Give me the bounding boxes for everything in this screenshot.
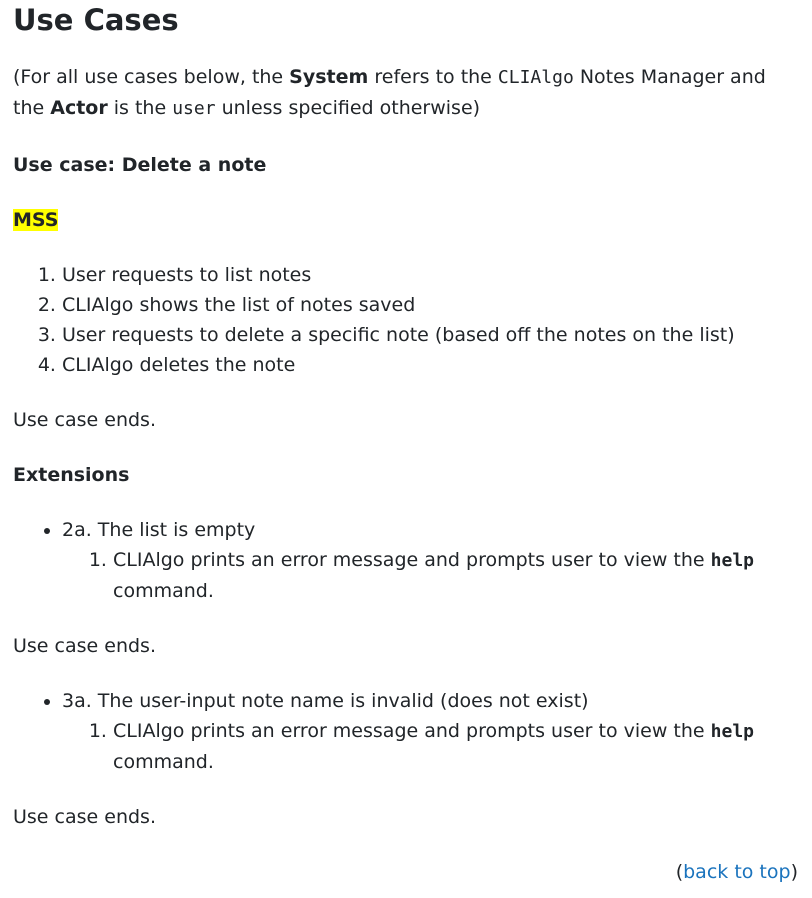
extension-item: 2a. The list is empty CLIAlgo prints an …: [62, 515, 798, 606]
extension-item: 3a. The user-input note name is invalid …: [62, 686, 798, 777]
intro-text: is the: [107, 97, 173, 119]
system-term: System: [289, 66, 369, 88]
step-text: command.: [113, 580, 214, 602]
extension-list: 2a. The list is empty CLIAlgo prints an …: [13, 515, 798, 606]
use-case-title: Use case: Delete a note: [13, 154, 267, 176]
extension-list: 3a. The user-input note name is invalid …: [13, 686, 798, 777]
extension-label: 2a. The list is empty: [62, 519, 256, 541]
mss-step: User requests to list notes: [62, 260, 798, 290]
back-to-top-line: (back to top): [13, 857, 798, 887]
mss-step: CLIAlgo deletes the note: [62, 350, 798, 380]
section-heading: Use Cases: [13, 3, 179, 37]
use-case-ends: Use case ends.: [13, 409, 156, 431]
extensions-title: Extensions: [13, 464, 130, 486]
mss-steps-list: User requests to list notes CLIAlgo show…: [13, 260, 798, 380]
inline-code: user: [172, 98, 216, 119]
back-to-top-link[interactable]: back to top: [683, 861, 790, 883]
use-case-ends: Use case ends.: [13, 635, 156, 657]
intro-text: refers to the: [368, 66, 498, 88]
extension-steps: CLIAlgo prints an error message and prom…: [62, 716, 798, 777]
extension-steps: CLIAlgo prints an error message and prom…: [62, 545, 798, 606]
use-case-ends: Use case ends.: [13, 806, 156, 828]
inline-code: CLIAlgo: [497, 67, 574, 88]
mss-label-line: MSS: [13, 205, 798, 235]
intro-text: (For all use cases below, the: [13, 66, 290, 88]
inline-code: help: [710, 721, 755, 742]
mss-step: CLIAlgo shows the list of notes saved: [62, 290, 798, 320]
extension-label: 3a. The user-input note name is invalid …: [62, 690, 589, 712]
paren-open: (: [675, 861, 684, 883]
actor-term: Actor: [50, 97, 108, 119]
intro-paragraph: (For all use cases below, the System ref…: [13, 62, 798, 124]
extension-step: CLIAlgo prints an error message and prom…: [113, 545, 798, 606]
document-page: Use Cases (For all use cases below, the …: [0, 0, 812, 887]
paren-close: ): [790, 861, 798, 883]
step-text: CLIAlgo prints an error message and prom…: [113, 720, 711, 742]
step-text: command.: [113, 751, 214, 773]
mss-highlight: MSS: [13, 209, 59, 231]
mss-step: User requests to delete a specific note …: [62, 320, 798, 350]
step-text: CLIAlgo prints an error message and prom…: [113, 549, 711, 571]
intro-text: unless specified otherwise): [215, 97, 481, 119]
extension-step: CLIAlgo prints an error message and prom…: [113, 716, 798, 777]
inline-code: help: [710, 550, 755, 571]
